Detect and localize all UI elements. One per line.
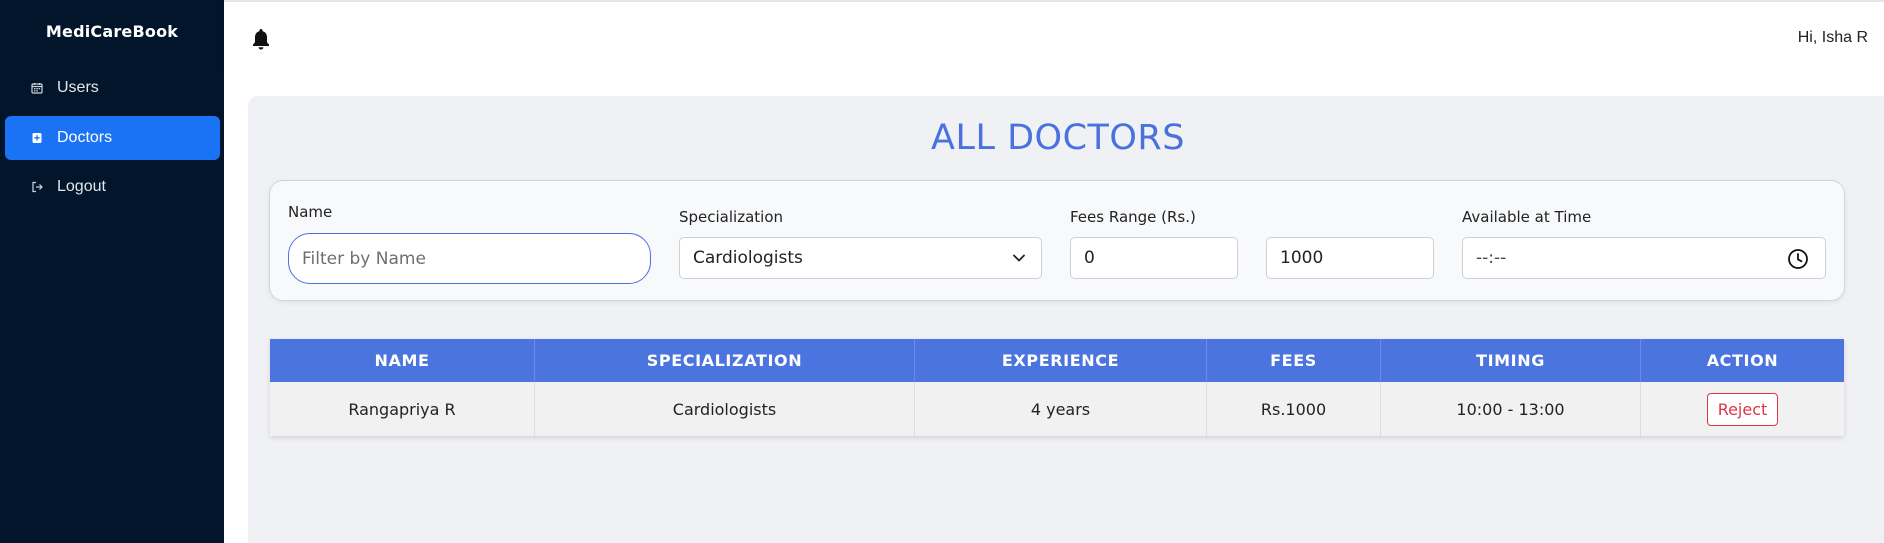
fees-min-input[interactable]: 0 [1070,237,1238,279]
fees-max-value: 1000 [1280,248,1324,268]
clock-icon[interactable] [1787,248,1809,270]
specialization-label: Specialization [679,208,784,226]
table-header-row: NAME SPECIALIZATION EXPERIENCE FEES TIMI… [270,339,1844,382]
column-header-action: ACTION [1706,351,1779,370]
doctors-table: NAME SPECIALIZATION EXPERIENCE FEES TIMI… [270,339,1844,436]
cell-timing: 10:00 - 13:00 [1381,382,1641,436]
logout-icon [31,181,43,193]
sidebar: MediCareBook Users Doctors Logout [0,0,224,543]
name-filter-placeholder: Filter by Name [302,248,426,269]
sidebar-item-doctors[interactable]: Doctors [5,116,220,160]
content-panel [248,96,1884,543]
available-time-value: --:-- [1476,248,1507,268]
reject-button[interactable]: Reject [1706,392,1779,426]
name-filter-label: Name [288,203,333,221]
fees-range-label: Fees Range (Rs.) [1070,208,1196,226]
medical-bag-icon [31,132,43,144]
specialization-value: Cardiologists [693,248,803,268]
calendar-icon [31,82,43,94]
brand-logo: MediCareBook [45,22,179,41]
column-header-fees: FEES [1207,339,1381,382]
cell-experience: 4 years [915,382,1207,436]
sidebar-item-label: Doctors [57,129,113,146]
cell-name: Rangapriya R [270,382,535,436]
column-header-name: NAME [270,339,535,382]
available-time-input[interactable]: --:-- [1462,237,1826,279]
available-time-label: Available at Time [1462,208,1592,226]
column-header-specialization: SPECIALIZATION [535,339,915,382]
sidebar-item-label: Logout [57,178,106,195]
name-filter-input[interactable]: Filter by Name [288,233,651,284]
fees-min-value: 0 [1084,248,1095,268]
fees-max-input[interactable]: 1000 [1266,237,1434,279]
cell-action: Reject [1641,382,1844,436]
bell-icon[interactable] [250,27,272,51]
specialization-select[interactable]: Cardiologists [679,237,1042,279]
sidebar-item-users[interactable]: Users [5,66,220,110]
user-greeting[interactable]: Hi, Isha R [1798,29,1868,47]
top-header: Hi, Isha R [224,0,1884,74]
column-header-experience: EXPERIENCE [915,339,1207,382]
sidebar-item-label: Users [57,79,99,96]
cell-specialization: Cardiologists [535,382,915,436]
page-title: ALL DOCTORS [931,118,1185,158]
chevron-down-icon [1011,250,1027,266]
cell-fees: Rs.1000 [1207,382,1381,436]
sidebar-item-logout[interactable]: Logout [5,165,220,209]
filter-card: Name Filter by Name Specialization Cardi… [269,180,1845,301]
table-row: Rangapriya R Cardiologists 4 years Rs.10… [270,382,1844,436]
column-header-timing: TIMING [1381,339,1641,382]
